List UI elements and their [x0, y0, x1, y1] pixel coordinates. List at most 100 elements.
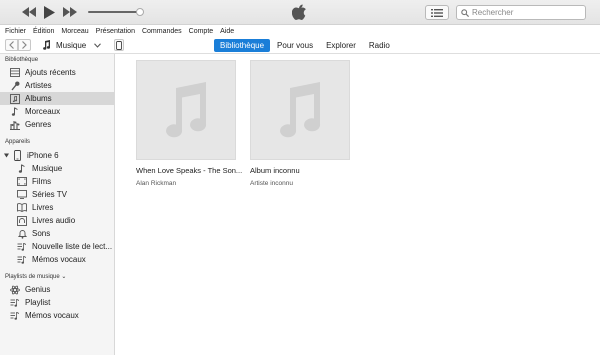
fast-forward-button[interactable] — [62, 4, 78, 20]
sidebar-playlist-voice-memos[interactable]: Mémos vocaux — [0, 309, 114, 322]
sidebar-item-recently-added[interactable]: Ajouts récents — [0, 66, 114, 79]
search-field[interactable] — [456, 5, 586, 20]
sidebar-item-songs[interactable]: Morceaux — [0, 105, 114, 118]
fast-forward-icon — [63, 7, 77, 17]
album-cover[interactable] — [136, 60, 236, 160]
menu-help[interactable]: Aide — [220, 28, 234, 35]
sidebar-device-item-books[interactable]: Livres — [0, 201, 114, 214]
search-input[interactable] — [472, 8, 582, 17]
playlist-icon — [10, 311, 20, 321]
sidebar-item-label: Nouvelle liste de lect... — [32, 242, 113, 251]
list-icon — [431, 8, 443, 17]
volume-slider-knob[interactable] — [136, 8, 144, 16]
music-note-placeholder-icon — [280, 82, 321, 138]
sidebar-item-artists[interactable]: Artistes — [0, 79, 114, 92]
audiobook-icon — [17, 215, 27, 226]
chevron-right-icon — [22, 41, 27, 49]
album-artist: Artiste inconnu — [250, 180, 293, 187]
sidebar-item-label: Livres audio — [32, 216, 76, 225]
volume-slider-track[interactable] — [88, 11, 142, 13]
sidebar-item-label: Musique — [32, 164, 63, 173]
bell-icon — [17, 229, 27, 239]
title-bar — [0, 0, 600, 25]
tab-for-you[interactable]: Pour vous — [271, 39, 319, 52]
sidebar-item-label: Ajouts récents — [25, 68, 76, 77]
sidebar-item-label: Mémos vocaux — [32, 255, 86, 264]
search-icon — [461, 8, 469, 17]
menu-account[interactable]: Compte — [189, 28, 214, 35]
sidebar-item-label: Sons — [32, 229, 51, 238]
sidebar-device-item-audiobooks[interactable]: Livres audio — [0, 214, 114, 227]
sidebar-item-label: Artistes — [25, 81, 52, 90]
album-grid: When Love Speaks - The Son... Alan Rickm… — [115, 54, 600, 355]
tab-browse[interactable]: Explorer — [320, 39, 362, 52]
sidebar-device-item-voice-memos[interactable]: Mémos vocaux — [0, 253, 114, 266]
sidebar-playlist-playlist[interactable]: Playlist — [0, 296, 114, 309]
sidebar-device-iphone[interactable]: iPhone 6 — [0, 149, 114, 162]
sidebar-device-item-sounds[interactable]: Sons — [0, 227, 114, 240]
menu-view[interactable]: Présentation — [96, 28, 135, 35]
note-icon — [10, 107, 20, 117]
sidebar-item-albums[interactable]: Albums — [0, 92, 114, 105]
menu-bar: Fichier Édition Morceau Présentation Com… — [0, 25, 600, 37]
chevron-left-icon — [9, 41, 14, 49]
tab-radio[interactable]: Radio — [363, 39, 396, 52]
iphone-icon — [12, 150, 22, 161]
album-artist: Alan Rickman — [136, 180, 177, 187]
up-next-button[interactable] — [425, 5, 449, 20]
sidebar: Bibliothèque Ajouts récents Artistes Alb… — [0, 54, 115, 355]
iphone-icon — [116, 40, 122, 50]
menu-edit[interactable]: Édition — [33, 28, 54, 35]
sidebar-device-item-tv-shows[interactable]: Séries TV — [0, 188, 114, 201]
album-cover[interactable] — [250, 60, 350, 160]
devices-section-header: Appareils — [5, 139, 31, 145]
sidebar-item-label: Films — [32, 177, 52, 186]
media-type-select[interactable]: Musique — [42, 39, 112, 51]
sidebar-device-item-music[interactable]: Musique — [0, 162, 114, 175]
chevron-down-icon — [94, 42, 102, 48]
album-title: When Love Speaks - The Son... — [136, 166, 243, 175]
apple-logo-icon — [292, 4, 306, 20]
tv-icon — [17, 190, 27, 200]
album-icon — [10, 93, 20, 104]
forward-button[interactable] — [18, 39, 31, 51]
recent-grid-icon — [10, 68, 20, 78]
sidebar-item-label: Mémos vocaux — [25, 311, 79, 320]
tab-bar: Bibliothèque Pour vous Explorer Radio — [214, 39, 397, 52]
sidebar-device-item-new-playlist[interactable]: Nouvelle liste de lect... — [0, 240, 114, 253]
rewind-icon — [22, 7, 36, 17]
album-item[interactable]: Album inconnu Artiste inconnu — [250, 60, 350, 187]
playlist-icon — [17, 255, 27, 265]
library-section-header: Bibliothèque — [5, 57, 39, 63]
sidebar-item-label: Genres — [25, 120, 52, 129]
music-note-icon — [43, 40, 51, 50]
back-button[interactable] — [5, 39, 18, 51]
sidebar-item-label: Genius — [25, 285, 51, 294]
microphone-icon — [10, 81, 20, 91]
album-item[interactable]: When Love Speaks - The Son... Alan Rickm… — [136, 60, 242, 187]
play-button[interactable] — [41, 4, 57, 20]
menu-file[interactable]: Fichier — [5, 28, 26, 35]
sidebar-playlist-genius[interactable]: Genius — [0, 283, 114, 296]
rewind-button[interactable] — [21, 4, 37, 20]
device-name: iPhone 6 — [27, 151, 59, 160]
book-icon — [17, 203, 27, 213]
media-type-label: Musique — [56, 40, 87, 50]
navigation-bar: Musique Bibliothèque Pour vous Explorer … — [0, 37, 600, 54]
device-button[interactable] — [114, 39, 124, 51]
genius-icon — [10, 285, 20, 295]
music-note-placeholder-icon — [166, 82, 207, 138]
tab-library[interactable]: Bibliothèque — [214, 39, 271, 52]
note-icon — [17, 164, 27, 174]
film-icon — [17, 177, 27, 187]
sidebar-item-genres[interactable]: Genres — [0, 118, 114, 131]
disclosure-triangle-icon — [4, 153, 9, 158]
sidebar-device-item-films[interactable]: Films — [0, 175, 114, 188]
menu-controls[interactable]: Commandes — [142, 28, 182, 35]
genres-icon — [10, 120, 20, 130]
playlist-icon — [17, 242, 27, 252]
playlist-icon — [10, 298, 20, 308]
menu-song[interactable]: Morceau — [61, 28, 88, 35]
sidebar-item-label: Morceaux — [25, 107, 61, 116]
playlists-section-header[interactable]: Playlists de musique ⌄ — [5, 273, 66, 280]
